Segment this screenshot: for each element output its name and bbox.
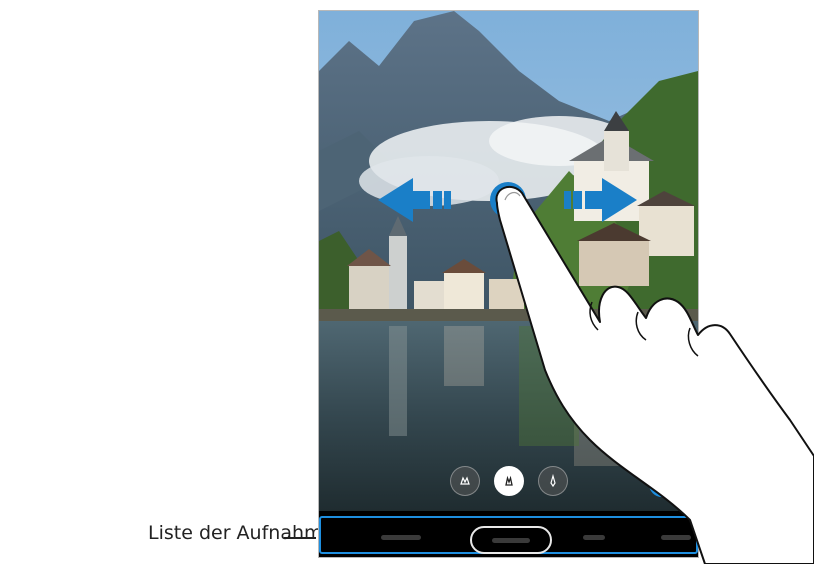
- camera-viewfinder[interactable]: [319, 11, 698, 511]
- viewfinder-scene: [319, 11, 698, 511]
- shooting-mode-item[interactable]: [381, 535, 421, 540]
- switch-camera-button[interactable]: [649, 471, 675, 497]
- tele-lens-button[interactable]: [538, 466, 568, 496]
- wide-lens-button[interactable]: [494, 466, 524, 496]
- shooting-modes-list[interactable]: [319, 516, 698, 554]
- ultra-wide-lens-button[interactable]: [450, 466, 480, 496]
- switch-camera-icon: [657, 479, 667, 489]
- phone-screen: [318, 10, 699, 558]
- ultra-wide-lens-icon: [460, 476, 470, 485]
- shooting-mode-item[interactable]: [583, 535, 605, 540]
- wide-lens-icon: [505, 475, 513, 486]
- shooting-mode-item-selected[interactable]: [470, 526, 552, 554]
- shooting-mode-item[interactable]: [661, 535, 691, 540]
- tele-lens-icon: [550, 473, 556, 488]
- selected-mode-label-placeholder: [492, 538, 530, 543]
- callout-leader-line: [284, 537, 316, 539]
